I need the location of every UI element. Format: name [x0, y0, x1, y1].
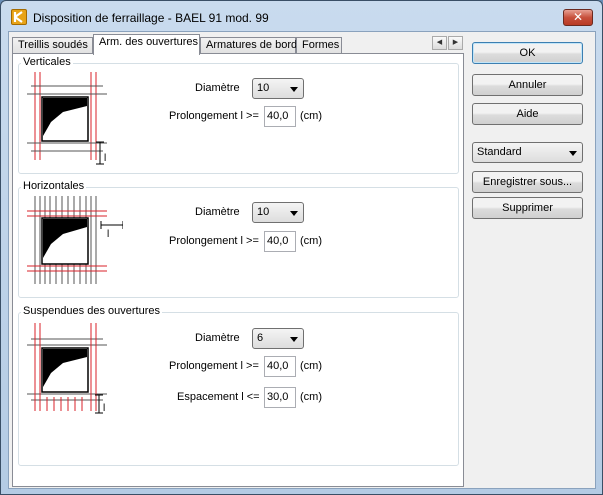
diagram-l-label: l [107, 229, 109, 240]
prolongement-label: Prolongement l >= [169, 110, 259, 122]
diametre-value: 10 [257, 82, 270, 94]
diametre-select-horizontales[interactable]: 10 [252, 202, 304, 223]
dialog-window: Disposition de ferraillage - BAEL 91 mod… [0, 0, 603, 495]
diagram-l-label: l [103, 403, 105, 414]
prolongement-label: Prolongement l >= [169, 360, 259, 372]
tab-treillis-soudes[interactable]: Treillis soudés [12, 37, 93, 54]
prolongement-input-suspendues[interactable]: 40,0 [264, 356, 296, 377]
tab-panel: Verticales l Diamètre 10 Prolongement l … [12, 53, 464, 487]
enregistrer-sous-button[interactable]: Enregistrer sous... [472, 171, 583, 193]
diametre-value: 6 [257, 332, 264, 344]
unit-label: (cm) [300, 110, 322, 122]
preset-value: Standard [477, 146, 522, 158]
diametre-value: 10 [257, 206, 270, 218]
diametre-select-suspendues[interactable]: 6 [252, 328, 304, 349]
group-horizontales: Horizontales l Diamètre 10 Prolongement … [18, 180, 459, 298]
tab-strip: Treillis soudés Arm. des ouvertures Arma… [12, 34, 463, 55]
tab-scroll-left-icon[interactable]: ◀ [432, 36, 447, 50]
tab-arm-des-ouvertures[interactable]: Arm. des ouvertures [93, 34, 200, 55]
suspended-rebar-diagram: l [27, 323, 107, 414]
tab-armatures-de-bord[interactable]: Armatures de bord [200, 37, 297, 54]
prolongement-label: Prolongement l >= [169, 235, 259, 247]
unit-label: (cm) [300, 360, 322, 372]
title-bar[interactable]: Disposition de ferraillage - BAEL 91 mod… [1, 1, 602, 31]
supprimer-button[interactable]: Supprimer [472, 197, 583, 219]
group-title-verticales: Verticales [21, 56, 73, 68]
tab-scroll-right-icon[interactable]: ▶ [448, 36, 463, 50]
group-title-suspendues: Suspendues des ouvertures [21, 305, 162, 317]
diagram-l-label: l [104, 153, 106, 164]
diametre-select-verticales[interactable]: 10 [252, 78, 304, 99]
diametre-label: Diamètre [195, 332, 240, 344]
horizontal-rebar-diagram: l [27, 196, 123, 284]
chevron-down-icon [290, 211, 298, 216]
diametre-label: Diamètre [195, 206, 240, 218]
espacement-input[interactable]: 30,0 [264, 387, 296, 408]
window-title: Disposition de ferraillage - BAEL 91 mod… [33, 11, 269, 25]
close-button[interactable]: ✕ [563, 9, 593, 26]
unit-label: (cm) [300, 235, 322, 247]
chevron-down-icon [290, 87, 298, 92]
diametre-label: Diamètre [195, 82, 240, 94]
app-icon [11, 9, 27, 25]
preset-select[interactable]: Standard [472, 142, 583, 163]
annuler-button[interactable]: Annuler [472, 74, 583, 96]
tab-formes[interactable]: Formes [296, 37, 342, 54]
vertical-rebar-diagram: l [27, 72, 107, 165]
prolongement-input-verticales[interactable]: 40,0 [264, 106, 296, 127]
aide-button[interactable]: Aide [472, 103, 583, 125]
chevron-down-icon [290, 337, 298, 342]
chevron-down-icon [569, 151, 577, 156]
group-title-horizontales: Horizontales [21, 180, 87, 192]
dialog-client-area: Treillis soudés Arm. des ouvertures Arma… [8, 31, 596, 489]
espacement-label: Espacement l <= [177, 391, 260, 403]
prolongement-input-horizontales[interactable]: 40,0 [264, 231, 296, 252]
group-verticales: Verticales l Diamètre 10 Prolongement l … [18, 56, 459, 174]
unit-label: (cm) [300, 391, 322, 403]
group-suspendues: Suspendues des ouvertures l Diamètre 6 P… [18, 305, 459, 466]
ok-button[interactable]: OK [472, 42, 583, 64]
